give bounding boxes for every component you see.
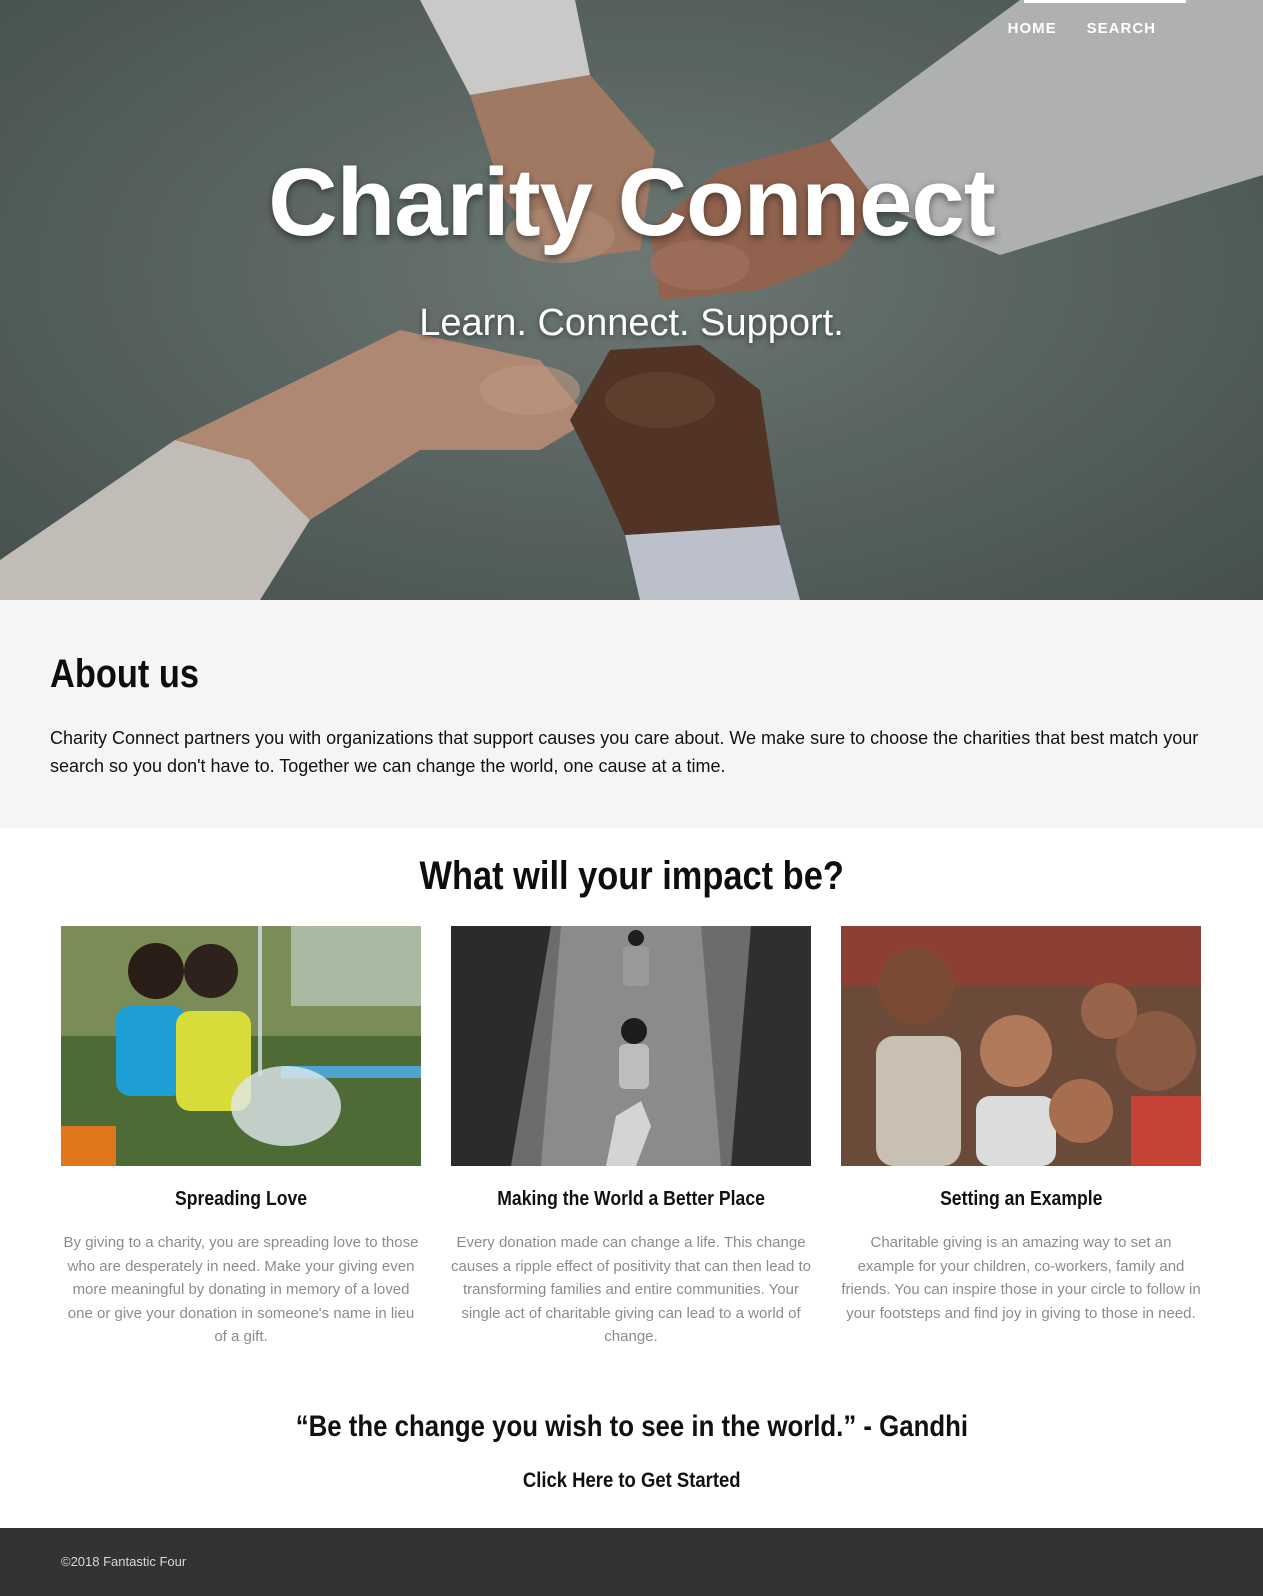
hero-title: Charity Connect [268,149,995,256]
card-title: Setting an Example [841,1188,1201,1211]
get-started-link[interactable]: Click Here to Get Started [523,1469,741,1493]
impact-heading: What will your impact be? [0,854,1263,899]
child-street-photo [451,926,811,1166]
card-title-text: Setting an Example [939,1188,1103,1210]
about-section: About us Charity Connect partners you wi… [0,600,1263,828]
quote-text: “Be the change you wish to see in the wo… [295,1410,968,1443]
card-description: Charitable giving is an amazing way to s… [841,1234,1201,1322]
copyright-text: ©2018 Fantastic Four [61,1554,187,1569]
card-description: Every donation made can change a life. T… [451,1234,811,1345]
nav-search-link[interactable]: SEARCH [1072,0,1171,40]
card-description: By giving to a charity, you are spreadin… [63,1234,419,1345]
impact-heading-text: What will your impact be? [419,854,844,898]
smiling-children-photo [841,926,1201,1166]
impact-card-spreading-love: Spreading Love By giving to a charity, y… [61,926,421,1349]
hero-section: HOME SEARCH Charity Connect Learn. Conne… [0,0,1263,600]
card-title: Making the World a Better Place [451,1188,811,1211]
card-title-text: Spreading Love [174,1188,308,1210]
top-nav: HOME SEARCH [993,0,1171,40]
about-paragraph: Charity Connect partners you with organi… [50,728,1199,776]
impact-card-better-place: Making the World a Better Place Every do… [451,926,811,1349]
hero-subtitle: Learn. Connect. Support. [419,302,844,344]
card-image-children-water [61,926,421,1166]
impact-card-setting-example: Setting an Example Charitable giving is … [841,926,1201,1325]
about-heading: About us [50,652,200,696]
card-title-text: Making the World a Better Place [497,1188,765,1210]
nav-home-link[interactable]: HOME [993,0,1072,40]
children-water-photo [61,926,421,1166]
card-title: Spreading Love [61,1188,421,1211]
footer: ©2018 Fantastic Four [0,1528,1263,1596]
card-image-smiling-children [841,926,1201,1166]
hero-background-image [0,0,1263,600]
gandhi-quote: “Be the change you wish to see in the wo… [0,1410,1263,1444]
get-started-link-row: Click Here to Get Started [0,1469,1263,1493]
card-image-child-street [451,926,811,1166]
